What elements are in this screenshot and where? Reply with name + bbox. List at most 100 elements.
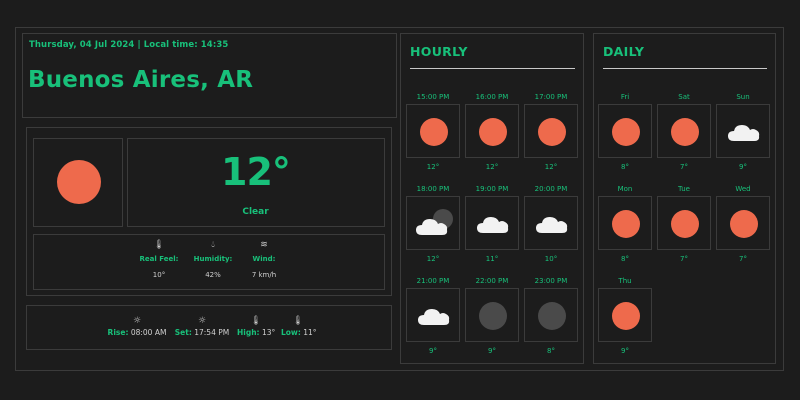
- hourly-item: 22:00 PM 9°: [465, 275, 519, 355]
- sun-icon: [612, 210, 640, 238]
- daily-temp: 7°: [680, 163, 688, 171]
- hourly-icon-tile: [524, 104, 578, 158]
- cloud-icon: [416, 219, 448, 235]
- wind-value: 7 km/h: [251, 271, 277, 279]
- hourly-temp: 11°: [485, 255, 499, 263]
- current-temperature: 12°: [221, 150, 291, 194]
- hourly-divider: [410, 68, 575, 69]
- daily-item: Fri 8°: [598, 91, 652, 171]
- sunrise-item: ☼ Rise: 08:00 AM: [104, 316, 170, 337]
- sun-icon: [612, 302, 640, 330]
- hourly-temp: 12°: [485, 163, 499, 171]
- hourly-item: 17:00 PM 12°: [524, 91, 578, 171]
- hourly-icon-tile: [406, 288, 460, 342]
- hourly-item: 21:00 PM 9°: [406, 275, 460, 355]
- daily-item: Sun 9°: [716, 91, 770, 171]
- daily-temp: 9°: [621, 347, 629, 355]
- hourly-label: 22:00 PM: [475, 277, 509, 285]
- hourly-label: 19:00 PM: [475, 185, 509, 193]
- hourly-label: 23:00 PM: [534, 277, 568, 285]
- daily-item: Tue 7°: [657, 183, 711, 263]
- high-value: 13°: [261, 328, 276, 337]
- hourly-item: 18:00 PM 12°: [406, 183, 460, 263]
- daily-temp: 7°: [680, 255, 688, 263]
- daily-label: Fri: [620, 93, 630, 101]
- hourly-icon-tile: [406, 104, 460, 158]
- daily-icon-tile: [716, 196, 770, 250]
- daily-icon-tile: [598, 196, 652, 250]
- daily-label: Mon: [617, 185, 633, 193]
- daily-item: Mon 8°: [598, 183, 652, 263]
- daily-item: Wed 7°: [716, 183, 770, 263]
- sunset-value: 17:54 PM: [194, 328, 230, 337]
- daily-icon-tile: [716, 104, 770, 158]
- daily-temp: 8°: [621, 163, 629, 171]
- hourly-temp: 12°: [426, 255, 440, 263]
- daily-icon-tile: [598, 104, 652, 158]
- cloud-icon: [418, 309, 450, 325]
- hourly-temp: 12°: [544, 163, 558, 171]
- hourly-item: 19:00 PM 11°: [465, 183, 519, 263]
- hourly-icon-tile: [524, 196, 578, 250]
- hourly-icon-tile: [406, 196, 460, 250]
- daily-label: Sun: [736, 93, 750, 101]
- thermometer-high-icon: 🌡︎: [250, 316, 262, 326]
- city-title: Buenos Aires, AR: [28, 67, 254, 93]
- daily-icon-tile: [598, 288, 652, 342]
- cloud-icon: [728, 125, 760, 141]
- hourly-icon-tile: [465, 104, 519, 158]
- hourly-label: 17:00 PM: [534, 93, 568, 101]
- hourly-icon-tile: [465, 196, 519, 250]
- moon-icon: [479, 302, 507, 330]
- hourly-title: HOURLY: [410, 44, 468, 59]
- cloud-icon: [536, 217, 568, 233]
- hourly-icon-tile: [465, 288, 519, 342]
- daily-item: Sat 7°: [657, 91, 711, 171]
- wind-icon: ≋: [260, 240, 268, 250]
- daily-title: DAILY: [603, 44, 645, 59]
- hourly-icon-tile: [524, 288, 578, 342]
- sun-icon: [671, 210, 699, 238]
- sunset-label: Set:: [174, 328, 192, 337]
- thermometer-low-icon: 🌡︎: [292, 316, 304, 326]
- wind-label: Wind:: [252, 255, 276, 263]
- low-value: 11°: [303, 328, 317, 337]
- hourly-label: 16:00 PM: [475, 93, 509, 101]
- daily-temp: 9°: [739, 163, 747, 171]
- daily-label: Thu: [618, 277, 632, 285]
- daily-label: Wed: [735, 185, 751, 193]
- sunrise-icon: ☼: [132, 316, 142, 326]
- sun-icon: [538, 118, 566, 146]
- sunrise-value: 08:00 AM: [130, 328, 167, 337]
- sun-icon: [420, 118, 448, 146]
- daily-temp: 7°: [739, 255, 747, 263]
- high-item: 🌡︎ High: 13°: [237, 316, 275, 337]
- hourly-item: 16:00 PM 12°: [465, 91, 519, 171]
- sunrise-label: Rise:: [107, 328, 129, 337]
- sun-icon: [730, 210, 758, 238]
- sun-icon: [57, 160, 101, 204]
- cloud-icon: [477, 217, 509, 233]
- daily-icon-tile: [657, 196, 711, 250]
- hourly-label: 21:00 PM: [416, 277, 450, 285]
- daily-item: Thu 9°: [598, 275, 652, 355]
- daily-temp: 8°: [621, 255, 629, 263]
- daily-divider: [603, 68, 767, 69]
- hourly-item: 23:00 PM 8°: [524, 275, 578, 355]
- daily-label: Sat: [678, 93, 690, 101]
- daily-icon-tile: [657, 104, 711, 158]
- hourly-label: 18:00 PM: [416, 185, 450, 193]
- hourly-item: 20:00 PM 10°: [524, 183, 578, 263]
- hourly-label: 20:00 PM: [534, 185, 568, 193]
- hourly-temp: 9°: [429, 347, 437, 355]
- daily-label: Tue: [678, 185, 690, 193]
- hourly-label: 15:00 PM: [416, 93, 450, 101]
- sunset-icon: ☼: [197, 316, 207, 326]
- hourly-item: 15:00 PM 12°: [406, 91, 460, 171]
- high-label: High:: [237, 328, 260, 337]
- hourly-temp: 9°: [488, 347, 496, 355]
- sun-icon: [671, 118, 699, 146]
- hourly-temp: 8°: [547, 347, 555, 355]
- date-time-line: Thursday, 04 Jul 2024 | Local time: 14:3…: [29, 40, 229, 50]
- moon-icon: [538, 302, 566, 330]
